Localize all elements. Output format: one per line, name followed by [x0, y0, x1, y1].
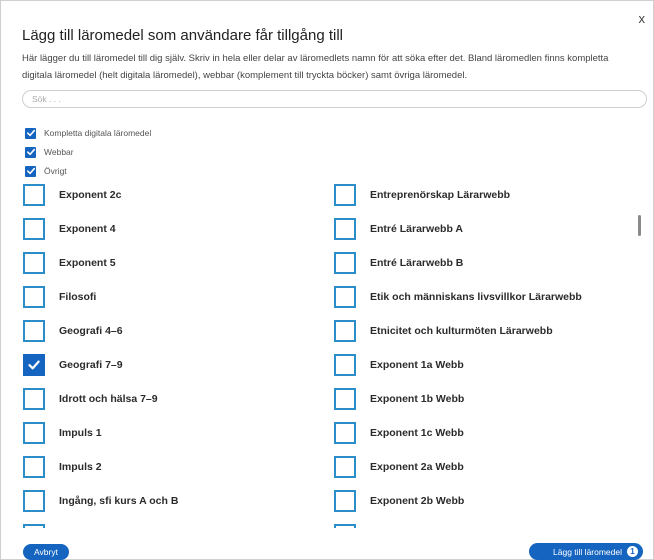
material-item[interactable] [23, 524, 59, 528]
material-label: Idrott och hälsa 7–9 [59, 393, 158, 405]
material-item[interactable]: Exponent 1a Webb [334, 354, 464, 376]
search-input[interactable]: Sök . . . [22, 90, 647, 108]
filter-checkbox[interactable] [25, 165, 36, 177]
material-label: Ingång, sfi kurs A och B [59, 495, 179, 507]
material-checkbox[interactable] [334, 490, 356, 512]
material-item[interactable]: Exponent 1b Webb [334, 388, 464, 410]
material-checkbox[interactable] [334, 456, 356, 478]
material-label: Exponent 1a Webb [370, 359, 464, 371]
material-item[interactable]: Exponent 1c Webb [334, 422, 464, 444]
add-material-button-label: Lägg till läromedel [553, 546, 622, 557]
checkmark-icon [26, 129, 35, 137]
material-label: Geografi 4–6 [59, 325, 123, 337]
material-checkbox[interactable] [334, 422, 356, 444]
material-checkbox[interactable] [23, 422, 45, 444]
material-item[interactable]: Entreprenörskap Lärarwebb [334, 184, 510, 206]
material-item[interactable]: Geografi 4–6 [23, 320, 123, 342]
material-item[interactable]: Exponent 4 [23, 218, 116, 240]
dialog-description: Här lägger du till läromedel till dig sj… [22, 53, 609, 81]
material-checkbox[interactable] [23, 388, 45, 410]
add-material-button[interactable]: Lägg till läromedel 1 [529, 543, 643, 560]
material-label: Filosofi [59, 291, 97, 303]
material-item[interactable] [334, 524, 370, 528]
material-checkbox[interactable] [23, 184, 45, 206]
filter-label: Övrigt [44, 166, 67, 176]
material-checkbox[interactable] [23, 252, 45, 274]
selected-count-badge: 1 [627, 546, 638, 557]
close-icon[interactable]: x [639, 12, 646, 25]
material-list[interactable]: Exponent 2c Exponent 4 Exponent 5 Filosofi G… [1, 184, 631, 528]
add-material-dialog: x Lägg till läromedel som användare får … [0, 0, 654, 560]
material-item[interactable]: Geografi 7–9 [23, 354, 123, 376]
material-label: Geografi 7–9 [59, 359, 123, 371]
material-label: Exponent 2b Webb [370, 495, 465, 507]
cancel-button[interactable]: Avbryt [23, 544, 69, 560]
material-label: Exponent 1b Webb [370, 393, 465, 405]
material-item[interactable]: Exponent 2b Webb [334, 490, 464, 512]
material-item[interactable]: Entré Lärarwebb A [334, 218, 463, 240]
material-item[interactable]: Exponent 2c [23, 184, 121, 206]
material-label: Entré Lärarwebb A [370, 223, 463, 235]
material-checkbox[interactable] [23, 218, 45, 240]
material-checkbox[interactable] [23, 456, 45, 478]
material-label: Etik och människans livsvillkor Lärarweb… [370, 291, 582, 303]
material-item[interactable]: Impuls 2 [23, 456, 102, 478]
material-item[interactable]: Exponent 2a Webb [334, 456, 464, 478]
material-item[interactable]: Entré Lärarwebb B [334, 252, 463, 274]
material-label: Exponent 2a Webb [370, 461, 464, 473]
material-checkbox[interactable] [334, 252, 356, 274]
material-item[interactable]: Exponent 5 [23, 252, 116, 274]
material-item[interactable]: Etnicitet och kulturmöten Lärarwebb [334, 320, 553, 342]
material-label: Exponent 1c Webb [370, 427, 464, 439]
material-checkbox[interactable] [334, 354, 356, 376]
dialog-title: Lägg till läromedel som användare får ti… [22, 27, 344, 44]
material-checkbox[interactable] [334, 286, 356, 308]
filter-option[interactable]: Övrigt [25, 164, 67, 178]
filter-option[interactable]: Webbar [25, 145, 74, 159]
material-checkbox[interactable] [334, 320, 356, 342]
checkmark-icon [26, 167, 35, 175]
filter-checkbox[interactable] [25, 127, 36, 139]
material-label: Exponent 5 [59, 257, 116, 269]
material-label: Etnicitet och kulturmöten Lärarwebb [370, 325, 553, 337]
material-item[interactable]: Impuls 1 [23, 422, 102, 444]
checkmark-icon [26, 148, 35, 156]
filter-label: Webbar [44, 147, 74, 157]
material-label: Impuls 2 [59, 461, 102, 473]
material-checkbox[interactable] [23, 524, 45, 528]
material-label: Exponent 2c [59, 189, 122, 201]
material-checkbox[interactable] [334, 184, 356, 206]
checkmark-icon [28, 360, 40, 370]
filter-checkbox[interactable] [25, 146, 36, 158]
material-item[interactable]: Ingång, sfi kurs A och B [23, 490, 178, 512]
material-checkbox[interactable] [23, 490, 45, 512]
material-label: Exponent 4 [59, 223, 116, 235]
material-checkbox[interactable] [23, 320, 45, 342]
material-checkbox[interactable] [334, 388, 356, 410]
material-checkbox[interactable] [23, 286, 45, 308]
filter-option[interactable]: Kompletta digitala läromedel [25, 126, 151, 140]
filter-label: Kompletta digitala läromedel [44, 128, 152, 138]
material-item[interactable]: Idrott och hälsa 7–9 [23, 388, 158, 410]
material-checkbox[interactable] [334, 524, 356, 528]
material-label: Entré Lärarwebb B [370, 257, 464, 269]
list-scrollbar[interactable] [638, 215, 641, 236]
material-checkbox[interactable] [334, 218, 356, 240]
material-label: Impuls 1 [59, 427, 102, 439]
material-label: Entreprenörskap Lärarwebb [370, 189, 511, 201]
material-item[interactable]: Filosofi [23, 286, 96, 308]
material-checkbox[interactable] [23, 354, 45, 376]
material-item[interactable]: Etik och människans livsvillkor Lärarweb… [334, 286, 582, 308]
